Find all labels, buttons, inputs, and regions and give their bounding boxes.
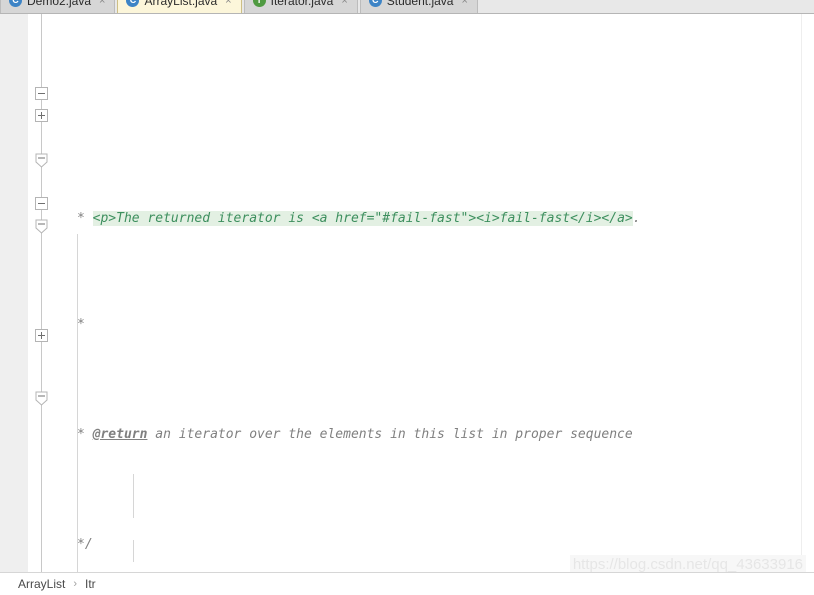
code-folding-strip[interactable] <box>28 14 51 572</box>
close-icon[interactable]: × <box>461 0 467 7</box>
breadcrumb-separator-icon: › <box>73 578 78 590</box>
tab-label: Iterator.java <box>270 0 334 8</box>
indent-guide <box>77 234 78 572</box>
token: <a href="#fail-fast"> <box>311 211 477 226</box>
fold-guide-line <box>41 14 42 74</box>
editor-scrollbar[interactable] <box>801 14 814 572</box>
editor-tab-bar: C Demo2.java × C ArrayList.java × I Iter… <box>0 0 814 14</box>
fold-region-end-icon[interactable] <box>35 391 48 406</box>
token: <i>fail-fast</i></a> <box>476 211 633 226</box>
fold-region-end-icon[interactable] <box>35 153 48 168</box>
code-line: * <box>51 314 814 336</box>
tab-label: ArrayList.java <box>144 0 218 8</box>
fold-region-end-icon[interactable] <box>35 219 48 234</box>
tab-student-java[interactable]: C Student.java × <box>359 0 478 13</box>
java-interface-icon: I <box>252 0 266 7</box>
java-class-icon: C <box>126 0 140 7</box>
fold-expand-icon[interactable] <box>35 329 48 342</box>
token: * <box>77 317 85 332</box>
breadcrumb-item-itr[interactable]: Itr <box>85 577 96 591</box>
indent-guide <box>133 474 134 518</box>
tab-iterator-java[interactable]: I Iterator.java × <box>243 0 358 13</box>
editor-gutter[interactable] <box>0 14 29 572</box>
javadoc-tag: @return <box>92 427 148 442</box>
breadcrumb-status-bar: ArrayList › Itr <box>0 572 814 595</box>
code-line: */ <box>51 534 814 556</box>
code-editor[interactable]: * <p>The returned iterator is <a href="#… <box>0 14 814 572</box>
tab-arraylist-java[interactable]: C ArrayList.java × <box>117 0 242 13</box>
fold-expand-icon[interactable] <box>35 109 48 122</box>
java-class-icon: C <box>9 0 22 7</box>
token: * <box>77 211 93 226</box>
close-icon[interactable]: × <box>99 0 105 7</box>
fold-collapse-icon[interactable] <box>35 87 48 100</box>
breadcrumb-item-arraylist[interactable]: ArrayList <box>18 577 65 591</box>
token: * <box>77 427 93 442</box>
code-line: * @return an iterator over the elements … <box>51 424 814 446</box>
tab-label: Demo2.java <box>27 0 92 8</box>
token: */ <box>77 537 93 552</box>
fold-guide-line <box>41 474 42 572</box>
tab-demo2-java[interactable]: C Demo2.java × <box>0 0 116 13</box>
token: . <box>632 211 641 226</box>
code-text-area[interactable]: * <p>The returned iterator is <a href="#… <box>51 14 814 572</box>
token: <p>The returned iterator is <box>92 211 312 226</box>
token: an iterator over the elements in this li… <box>147 427 633 442</box>
fold-guide-line <box>41 74 42 474</box>
fold-collapse-icon[interactable] <box>35 197 48 210</box>
java-class-icon: C <box>368 0 382 7</box>
close-icon[interactable]: × <box>341 0 347 7</box>
gutter-bottom-filler <box>0 562 28 572</box>
close-icon[interactable]: × <box>225 0 231 7</box>
tab-label: Student.java <box>386 0 454 8</box>
code-line: * <p>The returned iterator is <a href="#… <box>51 211 814 226</box>
